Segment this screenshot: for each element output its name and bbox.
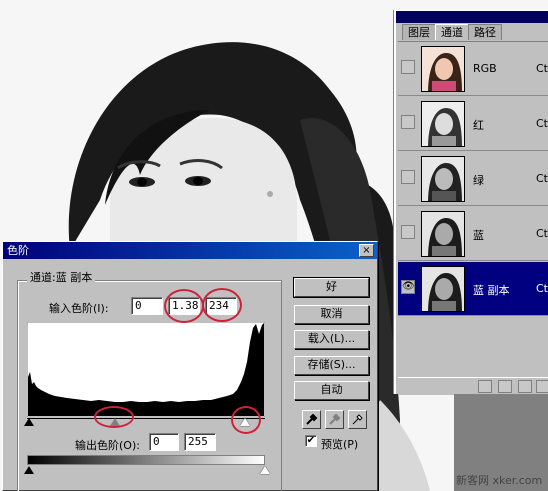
histogram bbox=[26, 321, 266, 418]
annotation-circle-white-slider bbox=[231, 406, 261, 434]
channel-row-red[interactable]: 红 Ctr bbox=[398, 97, 548, 151]
save-selection-icon[interactable] bbox=[498, 380, 512, 393]
load-selection-icon[interactable] bbox=[478, 380, 492, 393]
channel-shortcut: Ctr bbox=[536, 227, 548, 240]
levels-dialog: 色阶 × 通道:蓝 副本 输入色阶(I): 0 1.38 234 输出色阶(O)… bbox=[2, 241, 378, 491]
channel-thumbnail bbox=[421, 46, 465, 92]
input-slider-track[interactable] bbox=[27, 418, 265, 419]
palette-title-bar[interactable] bbox=[396, 11, 548, 23]
black-eyedropper-icon[interactable] bbox=[302, 410, 321, 429]
channel-name: 蓝 bbox=[473, 229, 484, 242]
white-eyedropper-icon[interactable] bbox=[348, 410, 367, 429]
load-button[interactable]: 载入(L)... bbox=[294, 330, 369, 349]
palette-tabs: 图层 通道 路径 bbox=[402, 24, 502, 40]
channel-shortcut: Ctr bbox=[536, 282, 548, 295]
channel-name: RGB bbox=[473, 62, 497, 75]
auto-button[interactable]: 自动 bbox=[294, 381, 369, 400]
eye-icon[interactable]: 👁 bbox=[401, 280, 415, 294]
channel-thumbnail bbox=[421, 101, 465, 147]
channel-row-rgb[interactable]: RGB Ctr bbox=[398, 42, 548, 96]
palette-bottom-bar bbox=[398, 377, 548, 395]
dialog-title-bar[interactable]: 色阶 × bbox=[3, 242, 377, 259]
channel-thumbnail bbox=[421, 211, 465, 257]
channel-thumbnail bbox=[421, 156, 465, 202]
output-black-field[interactable]: 0 bbox=[149, 433, 179, 451]
channel-name: 红 bbox=[473, 119, 484, 132]
annotation-circle-gamma-slider bbox=[94, 406, 134, 428]
visibility-toggle[interactable] bbox=[401, 225, 415, 239]
output-white-field[interactable]: 255 bbox=[184, 433, 216, 451]
channel-row-blue-copy[interactable]: 👁 蓝 副本 Ctr bbox=[398, 262, 548, 316]
output-black-slider[interactable] bbox=[24, 466, 34, 474]
input-levels-label: 输入色阶(I): bbox=[49, 302, 109, 315]
channels-palette: 图层 通道 路径 RGB Ctr 红 Ctr 绿 bbox=[394, 10, 548, 395]
output-white-slider[interactable] bbox=[260, 466, 270, 474]
visibility-toggle[interactable] bbox=[401, 170, 415, 184]
output-gradient-bar bbox=[27, 455, 265, 465]
preview-label[interactable]: 预览(P) bbox=[321, 436, 358, 452]
channel-name: 绿 bbox=[473, 174, 484, 187]
watermark: 新客网 xker.com bbox=[456, 474, 543, 487]
delete-channel-icon[interactable] bbox=[536, 380, 548, 393]
visibility-toggle[interactable] bbox=[401, 60, 415, 74]
channel-row-blue[interactable]: 蓝 Ctr bbox=[398, 207, 548, 261]
channel-row-green[interactable]: 绿 Ctr bbox=[398, 152, 548, 206]
preview-checkbox[interactable]: ✔ bbox=[305, 435, 317, 447]
cancel-button[interactable]: 取消 bbox=[294, 305, 369, 324]
annotation-circle-white bbox=[202, 288, 242, 322]
visibility-toggle[interactable] bbox=[401, 115, 415, 129]
output-levels-label: 输出色阶(O): bbox=[75, 439, 140, 452]
close-icon[interactable]: × bbox=[359, 244, 374, 257]
channel-label[interactable]: 通道:蓝 副本 bbox=[27, 269, 96, 285]
channel-shortcut: Ctr bbox=[536, 62, 548, 75]
channel-name: 蓝 副本 bbox=[473, 284, 510, 297]
annotation-circle-gamma bbox=[164, 289, 204, 323]
new-channel-icon[interactable] bbox=[518, 380, 532, 393]
save-button[interactable]: 存储(S)... bbox=[294, 356, 369, 375]
dialog-title: 色阶 bbox=[7, 244, 29, 257]
channel-shortcut: Ctr bbox=[536, 117, 548, 130]
tab-paths[interactable]: 路径 bbox=[468, 24, 502, 40]
input-black-field[interactable]: 0 bbox=[131, 297, 163, 315]
gray-eyedropper-icon[interactable] bbox=[325, 410, 344, 429]
input-black-slider[interactable] bbox=[24, 418, 34, 426]
tab-channels[interactable]: 通道 bbox=[435, 24, 469, 40]
tab-layers[interactable]: 图层 bbox=[402, 24, 436, 40]
ok-button[interactable]: 好 bbox=[293, 277, 370, 298]
channel-thumbnail bbox=[421, 266, 465, 312]
channel-shortcut: Ctr bbox=[536, 172, 548, 185]
channel-list: RGB Ctr 红 Ctr 绿 Ctr 蓝 C bbox=[398, 41, 548, 377]
